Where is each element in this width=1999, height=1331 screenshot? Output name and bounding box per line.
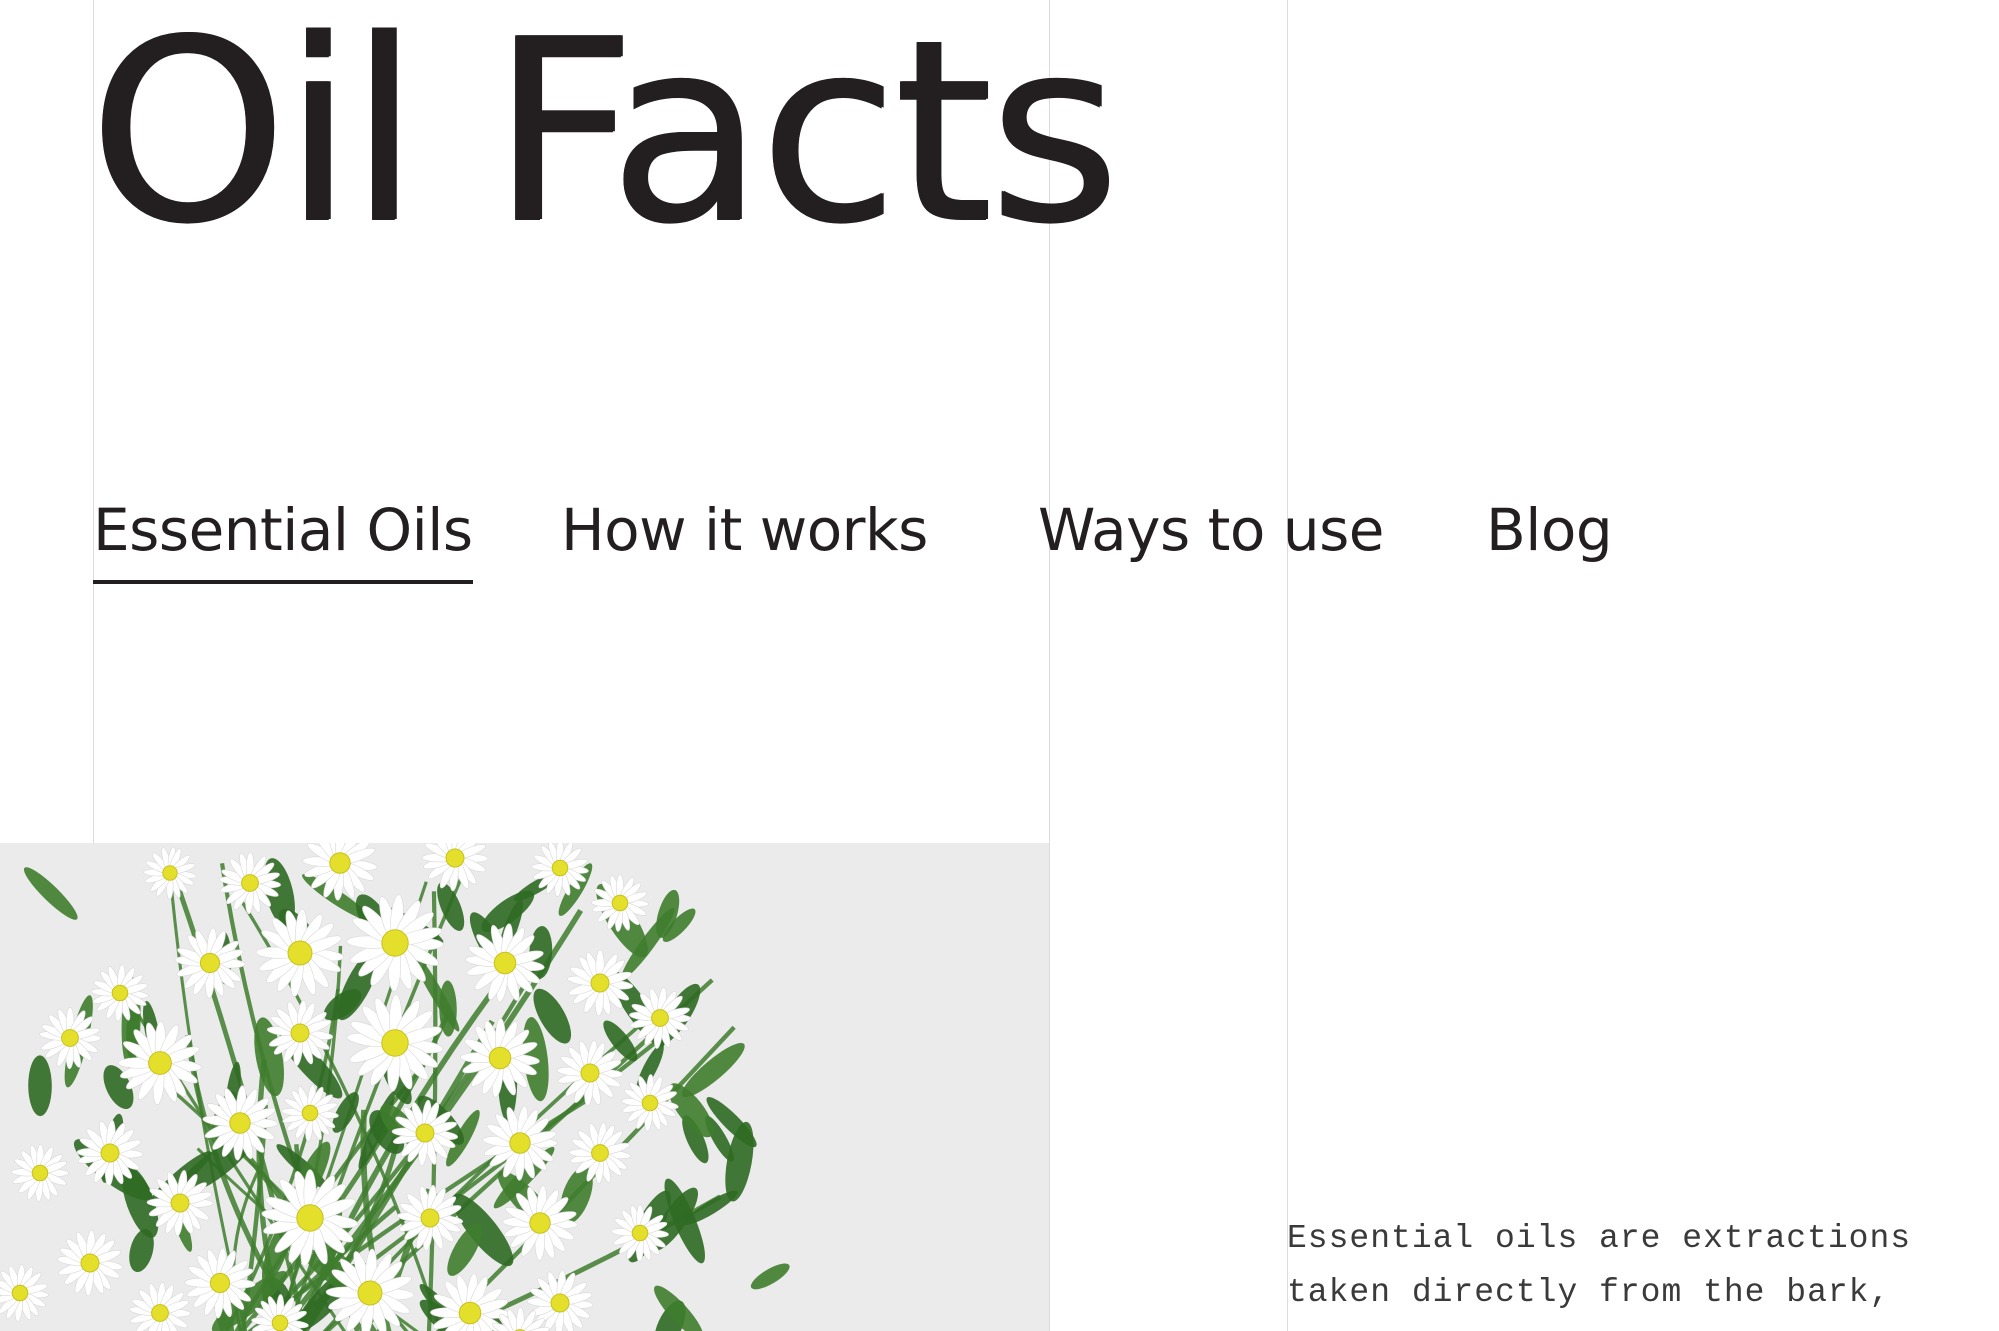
intro-paragraph: Essential oils are extractions taken dir… <box>1287 1220 1912 1311</box>
nav-item-ways-to-use[interactable]: Ways to use <box>1038 490 1384 570</box>
daisy-bouquet-illustration <box>0 843 790 1331</box>
layout-gridline <box>1287 0 1288 1331</box>
nav-item-blog[interactable]: Blog <box>1486 490 1613 570</box>
nav-item-essential-oils[interactable]: Essential Oils <box>93 490 473 584</box>
daisy-bouquet-image <box>0 843 1049 1331</box>
site-title: Oil Facts <box>88 0 1119 279</box>
nav-item-how-it-works[interactable]: How it works <box>561 490 928 570</box>
